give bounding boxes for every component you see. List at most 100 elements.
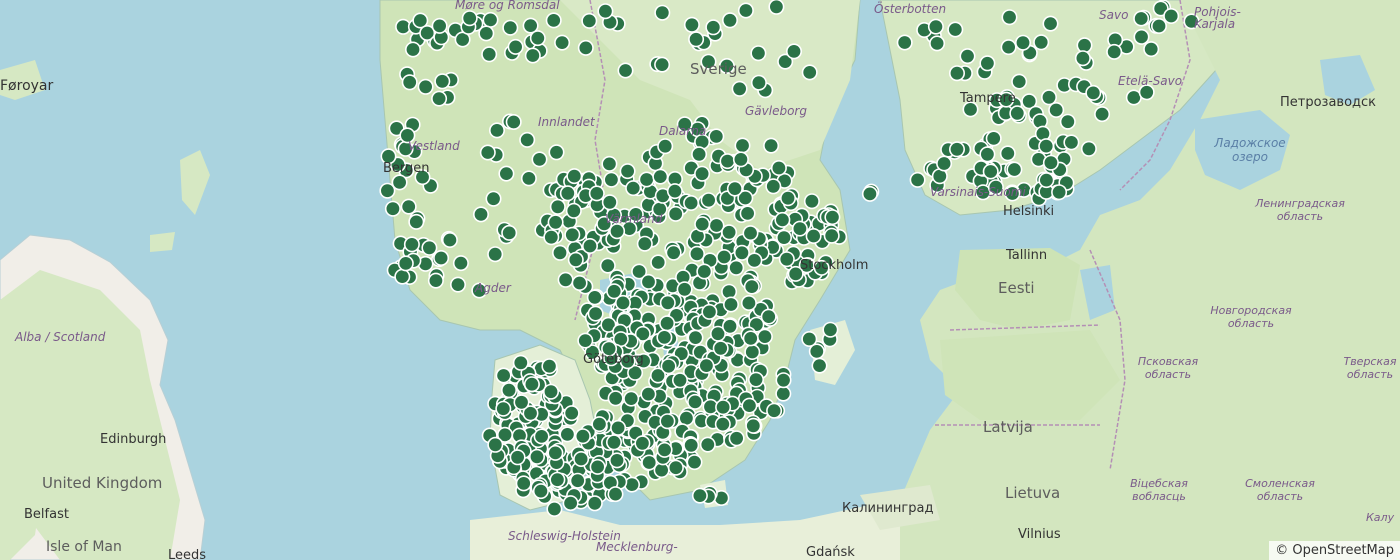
map-marker[interactable] — [577, 39, 594, 56]
map-marker[interactable] — [546, 500, 563, 517]
map-marker[interactable] — [586, 495, 603, 512]
map-marker[interactable] — [715, 399, 732, 416]
map-marker[interactable] — [485, 190, 502, 207]
map-marker[interactable] — [638, 171, 655, 188]
map-marker[interactable] — [760, 308, 777, 325]
map-marker[interactable] — [524, 47, 541, 64]
map-marker[interactable] — [667, 205, 684, 222]
map-marker[interactable] — [688, 245, 705, 262]
map-marker[interactable] — [623, 476, 640, 493]
map-marker[interactable] — [401, 74, 418, 91]
map-marker[interactable] — [721, 12, 738, 29]
map-marker[interactable] — [529, 30, 546, 47]
map-marker[interactable] — [500, 382, 517, 399]
map-marker[interactable] — [824, 209, 841, 226]
map-marker[interactable] — [566, 168, 583, 185]
map-marker[interactable] — [562, 495, 579, 512]
map-marker[interactable] — [667, 459, 684, 476]
map-marker[interactable] — [1033, 34, 1050, 51]
map-marker[interactable] — [404, 41, 421, 58]
map-marker[interactable] — [581, 12, 598, 29]
map-marker[interactable] — [766, 402, 783, 419]
map-marker[interactable] — [591, 416, 608, 433]
map-marker[interactable] — [495, 367, 512, 384]
map-marker[interactable] — [549, 198, 566, 215]
map-marker[interactable] — [1000, 39, 1017, 56]
map-marker[interactable] — [1014, 34, 1031, 51]
map-marker[interactable] — [714, 416, 731, 433]
map-view[interactable]: Sverige Eesti Latvija Lietuva United Kin… — [0, 0, 1400, 560]
map-marker[interactable] — [487, 246, 504, 263]
map-marker[interactable] — [1085, 84, 1102, 101]
map-marker[interactable] — [712, 340, 729, 357]
map-marker[interactable] — [699, 436, 716, 453]
map-marker[interactable] — [734, 137, 751, 154]
map-marker[interactable] — [1038, 138, 1055, 155]
map-marker[interactable] — [683, 195, 700, 212]
map-marker[interactable] — [742, 225, 759, 242]
map-marker[interactable] — [779, 190, 796, 207]
map-marker[interactable] — [691, 487, 708, 504]
map-marker[interactable] — [687, 329, 704, 346]
map-marker[interactable] — [597, 3, 614, 20]
map-marker[interactable] — [1133, 28, 1150, 45]
map-marker[interactable] — [532, 483, 549, 500]
map-marker[interactable] — [801, 64, 818, 81]
map-marker[interactable] — [636, 235, 653, 252]
map-marker[interactable] — [487, 436, 504, 453]
map-marker[interactable] — [743, 278, 760, 295]
map-marker[interactable] — [564, 226, 581, 243]
map-attribution[interactable]: © OpenStreetMap — [1269, 541, 1400, 560]
map-marker[interactable] — [657, 138, 674, 155]
map-marker[interactable] — [434, 73, 451, 90]
map-marker[interactable] — [746, 252, 763, 269]
map-marker[interactable] — [502, 19, 519, 36]
map-marker[interactable] — [683, 16, 700, 33]
map-marker[interactable] — [586, 289, 603, 306]
map-marker[interactable] — [728, 259, 745, 276]
map-marker[interactable] — [1009, 105, 1026, 122]
map-marker[interactable] — [547, 214, 564, 231]
map-marker[interactable] — [739, 205, 756, 222]
map-marker[interactable] — [654, 56, 671, 73]
map-marker[interactable] — [623, 390, 640, 407]
map-marker[interactable] — [565, 202, 582, 219]
map-marker[interactable] — [650, 254, 667, 271]
map-marker[interactable] — [778, 251, 795, 268]
map-marker[interactable] — [671, 372, 688, 389]
map-marker[interactable] — [909, 171, 926, 188]
map-marker[interactable] — [741, 397, 758, 414]
map-marker[interactable] — [533, 428, 550, 445]
map-marker[interactable] — [745, 417, 762, 434]
map-marker[interactable] — [701, 303, 718, 320]
map-marker[interactable] — [427, 272, 444, 289]
map-marker[interactable] — [726, 180, 743, 197]
map-marker[interactable] — [1042, 15, 1059, 32]
map-marker[interactable] — [686, 454, 703, 471]
map-marker[interactable] — [687, 393, 704, 410]
map-marker[interactable] — [708, 128, 725, 145]
map-marker[interactable] — [1163, 8, 1180, 24]
map-marker[interactable] — [607, 390, 624, 407]
map-marker[interactable] — [574, 428, 591, 445]
map-marker[interactable] — [770, 160, 787, 177]
map-marker[interactable] — [1001, 9, 1018, 26]
map-marker[interactable] — [531, 151, 548, 168]
map-marker[interactable] — [379, 182, 396, 199]
map-marker[interactable] — [605, 434, 622, 451]
map-marker[interactable] — [482, 11, 499, 28]
map-marker[interactable] — [763, 137, 780, 154]
map-marker[interactable] — [1151, 17, 1168, 34]
map-marker[interactable] — [551, 244, 568, 261]
map-marker[interactable] — [507, 38, 524, 55]
map-marker[interactable] — [547, 444, 564, 461]
map-marker[interactable] — [601, 194, 618, 211]
map-marker[interactable] — [520, 170, 537, 187]
map-marker[interactable] — [659, 294, 676, 311]
map-marker[interactable] — [948, 65, 965, 82]
map-marker[interactable] — [541, 358, 558, 375]
map-marker[interactable] — [573, 450, 590, 467]
map-marker[interactable] — [559, 426, 576, 443]
map-marker[interactable] — [896, 34, 913, 51]
map-marker[interactable] — [737, 2, 754, 19]
